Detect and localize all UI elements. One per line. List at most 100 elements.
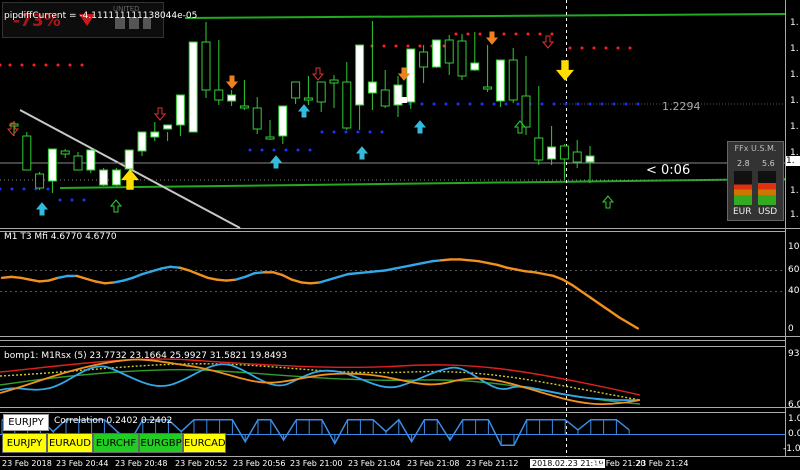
mfi-segment [496, 263, 509, 269]
price-1-2294-label: 1.2294 [662, 100, 701, 113]
mfi-segment [533, 271, 546, 276]
mfi-line [0, 258, 639, 330]
corr-tick-neg: -1.0 [783, 444, 800, 454]
pair-button-eurcad[interactable]: EURCAD [183, 433, 226, 453]
resistance-dot [0, 63, 2, 67]
candle-body [419, 51, 429, 68]
axis-tick: 1. [790, 210, 799, 220]
down-arrow-icon [225, 75, 239, 89]
fx-widget-title: FFx U.S.M. [734, 144, 777, 153]
support-dot [0, 187, 2, 191]
up-arrow-icon [355, 146, 369, 160]
candle-body [380, 89, 390, 107]
candle-body [470, 62, 480, 71]
candle-body [137, 131, 147, 152]
fx-bar-right [758, 171, 776, 205]
candle-body [60, 150, 70, 155]
support-dot [492, 102, 496, 106]
mfi-segment [421, 260, 434, 265]
time-label: 23 Feb 20:52 [175, 459, 228, 468]
mfi-segment [281, 273, 294, 281]
resistance-dot [406, 44, 410, 48]
up-arrow-icon [35, 202, 49, 216]
mfi-segment [94, 280, 107, 285]
mfi-segment [150, 267, 163, 273]
support-dot [58, 198, 62, 202]
mfi-panel-label: M1 T3 Mfi 4.6770 4.6770 [4, 232, 117, 242]
panel-separators [0, 0, 800, 457]
pair-button-euraud[interactable]: EURAUD [47, 433, 93, 453]
support-dot [564, 102, 568, 106]
corr-tick-pos: 1.0 [788, 414, 800, 424]
resistance-dot [478, 32, 482, 36]
fx-bar-left [734, 171, 752, 205]
mfi-segment [374, 269, 387, 273]
mfi-segment [28, 278, 41, 283]
support-dot [296, 148, 300, 152]
support-dot [70, 198, 74, 202]
axis-tick: 1. [790, 96, 799, 106]
mfi-segment [215, 278, 228, 282]
mfi-segment [505, 266, 518, 271]
support-dot [260, 148, 264, 152]
candle-body [291, 81, 301, 99]
main-right-axis: 1. 1. 1. 1. 1. 1. 1. 1. 1. [786, 0, 800, 228]
countdown-label: < 0:06 [646, 163, 691, 178]
support-dot [356, 130, 360, 134]
up-arrow-icon [413, 120, 427, 134]
correlation-label: Correlation 0.2402 0.2402 [54, 416, 173, 426]
time-label: 23 Feb 2018 [2, 459, 52, 468]
resistance-dot [538, 32, 542, 36]
resistance-dot [502, 32, 506, 36]
down-arrow-icon [311, 67, 325, 81]
down-arrow-icon [153, 107, 167, 121]
mfi-segment [337, 272, 350, 279]
axis-tick: 1. [790, 70, 799, 80]
candle-body [367, 81, 377, 94]
candle-body [329, 79, 339, 84]
mfi-segment [571, 283, 583, 293]
price-chart[interactable] [0, 0, 800, 470]
mfi-segment [300, 281, 312, 285]
resistance-dot [44, 63, 48, 67]
pair-button-eurjpy[interactable]: EURJPY [2, 433, 47, 453]
support-dot [516, 102, 520, 106]
candle-body [521, 95, 531, 128]
mfi-segment [580, 290, 593, 300]
mfi-segment [328, 275, 340, 281]
mfi-segment [599, 303, 611, 313]
down-arrow-icon [485, 31, 499, 45]
time-label: 23 Feb 21:00 [290, 459, 343, 468]
mfi-segment [515, 268, 527, 273]
time-label: 23 Feb 21:24 [636, 459, 689, 468]
time-label: 23 Feb 20:48 [115, 459, 168, 468]
resistance-dot [550, 32, 554, 36]
support-dot [588, 102, 592, 106]
selected-pair-box[interactable]: EURJPY [3, 414, 49, 431]
up-arrow-icon [109, 199, 123, 213]
mfi-segment [524, 270, 537, 274]
support-dot [380, 130, 384, 134]
pair-button-eurgbp[interactable]: EURGBP [139, 433, 183, 453]
mfi-segment [617, 316, 630, 325]
resistance-dot [418, 44, 422, 48]
mfi-segment [253, 271, 265, 275]
axis-tick: 1. [790, 122, 799, 132]
mfi-segment [234, 275, 247, 281]
mfi-segment [197, 272, 209, 279]
rsx-lines [0, 358, 641, 406]
support-dot [248, 148, 252, 152]
fx-usm-widget[interactable]: FFx U.S.M. 2.8 5.6 EUR USD [727, 141, 784, 221]
support-dot [432, 102, 436, 106]
support-dot [504, 102, 508, 106]
trading-chart-window: -73% UNITED pipdiffCurrent = -4.11111111… [0, 0, 800, 470]
mfi-segment [103, 281, 116, 285]
support-dot [332, 130, 336, 134]
mfi-segment [271, 271, 284, 277]
resistance-dot [568, 46, 572, 50]
mfi-segment [552, 274, 565, 281]
pair-button-eurchf[interactable]: EURCHF [93, 433, 139, 453]
candle-body [73, 155, 83, 171]
axis-tick: 1. [790, 18, 799, 28]
mfi-segment [10, 275, 22, 279]
